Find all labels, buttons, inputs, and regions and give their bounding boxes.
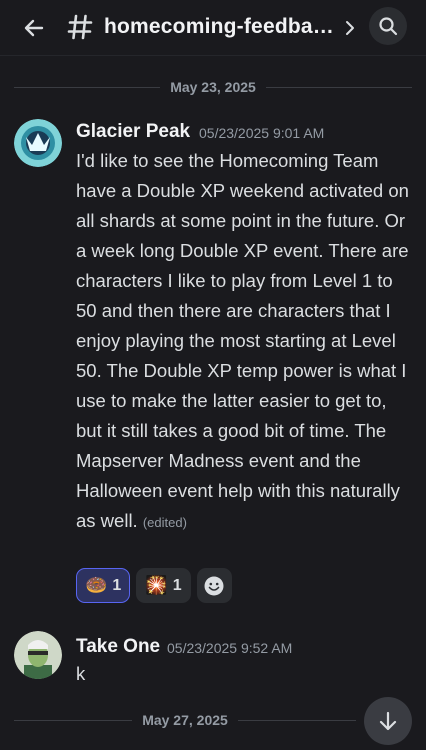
reaction-count: 1 [172, 576, 182, 594]
date-label: May 23, 2025 [170, 79, 256, 95]
fireworks-icon: 🎇 [145, 575, 168, 595]
reaction-donut[interactable]: 🍩 1 [76, 568, 131, 603]
arrow-down-icon [379, 711, 397, 731]
search-icon [379, 17, 398, 36]
timestamp: 05/23/2025 9:01 AM [199, 125, 325, 141]
message-body: I'd like to see the Homecoming Team have… [76, 150, 409, 531]
date-separator: May 23, 2025 [0, 77, 426, 97]
reaction-fireworks[interactable]: 🎇 1 [136, 568, 191, 603]
channel-header: homecoming-feedba… [0, 0, 426, 56]
channel-name[interactable]: homecoming-feedba… [104, 15, 334, 39]
arrow-left-icon [24, 19, 44, 37]
avatar[interactable] [14, 119, 62, 167]
timestamp: 05/23/2025 9:52 AM [167, 640, 293, 656]
author-name[interactable]: Glacier Peak [76, 121, 190, 143]
chevron-right-icon[interactable] [343, 18, 357, 38]
hash-icon [66, 10, 94, 44]
add-reaction-button[interactable] [196, 568, 232, 603]
author-name[interactable]: Take One [76, 636, 160, 658]
date-separator: May 27, 2025 [0, 710, 356, 730]
search-button[interactable] [369, 7, 407, 45]
edited-label: (edited) [142, 515, 187, 530]
donut-icon: 🍩 [85, 575, 108, 595]
message-text: I'd like to see the Homecoming Team have… [76, 146, 416, 538]
scroll-to-bottom-button[interactable] [364, 697, 412, 745]
message-text: k [76, 663, 86, 684]
back-button[interactable] [18, 12, 50, 44]
avatar[interactable] [14, 631, 62, 679]
smiley-icon [204, 576, 224, 595]
reaction-bar: 🍩 1 🎇 1 [76, 568, 232, 603]
reaction-count: 1 [112, 576, 122, 594]
date-label: May 27, 2025 [142, 712, 228, 728]
